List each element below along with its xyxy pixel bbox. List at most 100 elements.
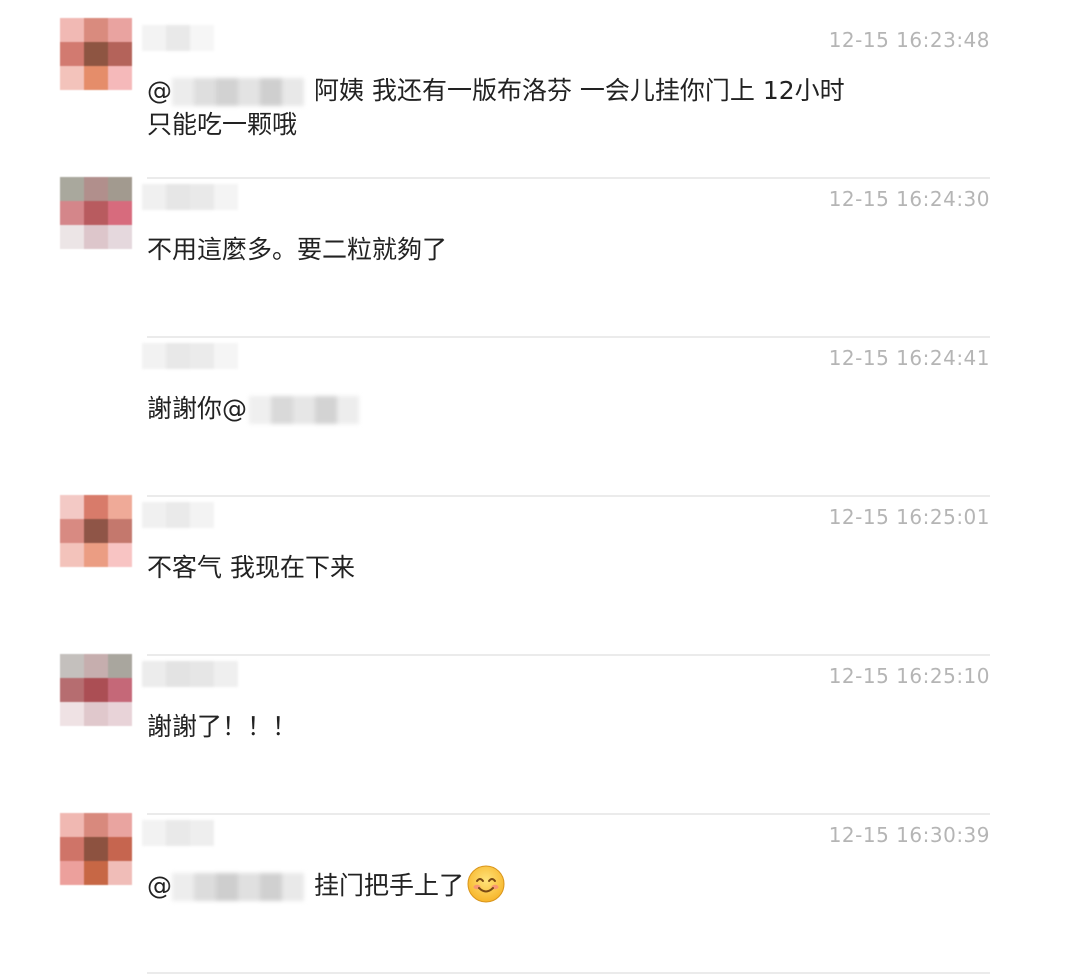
- avatar-pixel: [60, 42, 84, 66]
- avatar-pixel: [108, 201, 132, 225]
- comment-item: 12-15 16:24:41 謝謝你@: [0, 336, 1080, 497]
- mention-censored[interactable]: [172, 78, 304, 106]
- username-censored[interactable]: [142, 343, 238, 369]
- username-pixel: [214, 661, 238, 687]
- username-censored[interactable]: [142, 820, 214, 846]
- avatar-pixel: [108, 654, 132, 678]
- avatar-pixel: [84, 42, 108, 66]
- username-pixel: [142, 343, 166, 369]
- comment-line-1: 謝謝了！！！: [147, 712, 298, 741]
- comment-text: 謝謝你@: [147, 392, 947, 426]
- username-pixel: [214, 184, 238, 210]
- avatar[interactable]: [60, 495, 132, 567]
- avatar-pixel: [84, 66, 108, 90]
- mention-prefix: @: [147, 76, 172, 105]
- comment-timestamp: 12-15 16:25:10: [828, 664, 990, 688]
- username-pixel: [190, 661, 214, 687]
- username-pixel: [166, 661, 190, 687]
- comment-timestamp: 12-15 16:30:39: [828, 823, 990, 847]
- avatar-pixel: [108, 225, 132, 249]
- comment-timestamp: 12-15 16:24:41: [828, 346, 990, 370]
- avatar-pixel: [108, 813, 132, 837]
- username-pixel: [190, 25, 214, 51]
- avatar-pixel: [60, 177, 84, 201]
- username-pixel: [166, 184, 190, 210]
- avatar-pixel: [60, 495, 84, 519]
- username-censored[interactable]: [142, 661, 238, 687]
- username-pixel: [190, 343, 214, 369]
- comment-item: 12-15 16:30:39 @ 挂门把手上了: [0, 813, 1080, 974]
- avatar[interactable]: [60, 18, 132, 90]
- mention-censored[interactable]: [172, 873, 304, 901]
- avatar-pixel: [108, 519, 132, 543]
- username-pixel: [166, 502, 190, 528]
- avatar-pixel: [108, 177, 132, 201]
- avatar-pixel: [84, 225, 108, 249]
- mention-censored[interactable]: [249, 396, 360, 424]
- username-pixel: [166, 343, 190, 369]
- smiling-face-emoji-icon: [466, 864, 506, 904]
- username-pixel: [142, 502, 166, 528]
- avatar-pixel: [84, 654, 108, 678]
- username-censored[interactable]: [142, 25, 214, 51]
- avatar-pixel: [60, 813, 84, 837]
- comment-text: @ 挂门把手上了: [147, 865, 947, 904]
- avatar-pixel: [60, 702, 84, 726]
- username-pixel: [142, 184, 166, 210]
- avatar-pixel: [108, 495, 132, 519]
- avatar-pixel: [84, 861, 108, 885]
- avatar-pixel: [108, 861, 132, 885]
- avatar-pixel: [108, 837, 132, 861]
- avatar-pixel: [84, 201, 108, 225]
- comment-text: 謝謝了！！！: [147, 710, 947, 744]
- avatar-pixel: [60, 678, 84, 702]
- username-pixel: [142, 820, 166, 846]
- username-pixel: [190, 184, 214, 210]
- avatar-pixel: [108, 678, 132, 702]
- comment-line-1: 挂门把手上了: [314, 871, 465, 900]
- avatar-pixel: [60, 201, 84, 225]
- avatar-pixel: [84, 813, 108, 837]
- avatar[interactable]: [60, 813, 132, 885]
- avatar-pixel: [84, 495, 108, 519]
- username-censored[interactable]: [142, 502, 214, 528]
- avatar[interactable]: [60, 177, 132, 249]
- avatar-pixel: [84, 519, 108, 543]
- avatar-pixel: [84, 543, 108, 567]
- avatar-pixel: [60, 66, 84, 90]
- avatar-pixel: [60, 543, 84, 567]
- avatar[interactable]: [60, 654, 132, 726]
- avatar-pixel: [60, 519, 84, 543]
- comment-line-1: 不用這麼多。要二粒就夠了: [147, 235, 448, 264]
- comment-item: 12-15 16:25:01 不客气 我现在下来: [0, 495, 1080, 656]
- username-pixel: [166, 25, 190, 51]
- avatar-pixel: [84, 837, 108, 861]
- username-pixel: [142, 25, 166, 51]
- username-censored[interactable]: [142, 184, 238, 210]
- comment-line-1: 阿姨 我还有一版布洛芬 一会儿挂你门上 12小时: [314, 76, 845, 105]
- username-pixel: [190, 820, 214, 846]
- comment-text: 不用這麼多。要二粒就夠了: [147, 233, 947, 267]
- comment-text: @ 阿姨 我还有一版布洛芬 一会儿挂你门上 12小时 只能吃一颗哦: [147, 74, 947, 142]
- avatar-pixel: [84, 678, 108, 702]
- comment-line-2: 只能吃一颗哦: [147, 110, 298, 139]
- avatar-pixel: [84, 177, 108, 201]
- comment-list: 12-15 16:23:48 @ 阿姨 我还有一版布洛芬 一会儿挂你门上 12小时…: [0, 0, 1080, 975]
- avatar-pixel: [84, 18, 108, 42]
- avatar-pixel: [60, 861, 84, 885]
- comment-text: 不客气 我现在下来: [147, 551, 947, 585]
- avatar-pixel: [108, 543, 132, 567]
- username-pixel: [142, 661, 166, 687]
- avatar-pixel: [60, 837, 84, 861]
- username-pixel: [166, 820, 190, 846]
- comment-timestamp: 12-15 16:25:01: [828, 505, 990, 529]
- mention-prefix: @: [147, 871, 172, 900]
- avatar-pixel: [60, 225, 84, 249]
- username-pixel: [190, 502, 214, 528]
- comment-timestamp: 12-15 16:24:30: [828, 187, 990, 211]
- comment-line-1: 不客气 我现在下来: [147, 553, 355, 582]
- avatar-pixel: [84, 702, 108, 726]
- comment-line-1: 謝謝你@: [147, 394, 248, 423]
- comment-item: 12-15 16:23:48 @ 阿姨 我还有一版布洛芬 一会儿挂你门上 12小时…: [0, 18, 1080, 179]
- comment-item: 12-15 16:25:10 謝謝了！！！: [0, 654, 1080, 815]
